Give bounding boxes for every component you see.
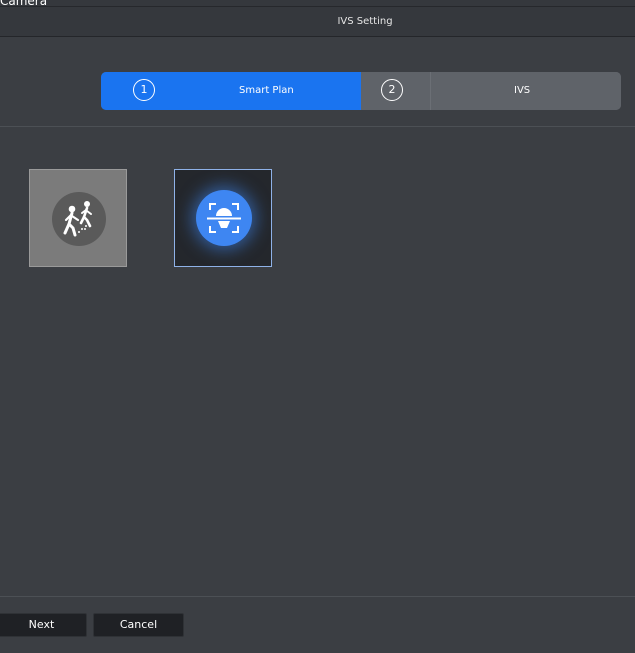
step-number-badge: 1 — [133, 79, 155, 101]
header-divider — [0, 6, 635, 7]
plan-icon-circle — [196, 190, 252, 246]
dialog-header: Camera IVS Setting — [0, 0, 635, 37]
step-ivs[interactable]: 2 IVS — [361, 72, 621, 110]
footer-divider — [0, 596, 635, 597]
smart-plan-face-detection[interactable] — [174, 169, 272, 267]
people-walking-icon — [63, 201, 92, 237]
step-indicator: 1 Smart Plan 2 IVS — [101, 72, 621, 110]
step-divider — [430, 72, 431, 110]
next-button[interactable]: Next — [0, 613, 87, 637]
step-label: Smart Plan — [239, 85, 294, 96]
dialog-title: IVS Setting — [337, 16, 393, 27]
face-detection-icon — [207, 203, 241, 233]
cancel-button[interactable]: Cancel — [93, 613, 184, 637]
plan-icon-circle — [52, 192, 106, 246]
step-smart-plan[interactable]: 1 Smart Plan — [101, 72, 361, 110]
section-divider — [0, 126, 635, 127]
smart-plan-people-counting[interactable] — [29, 169, 127, 267]
step-number-badge: 2 — [381, 79, 403, 101]
step-label: IVS — [514, 85, 531, 96]
